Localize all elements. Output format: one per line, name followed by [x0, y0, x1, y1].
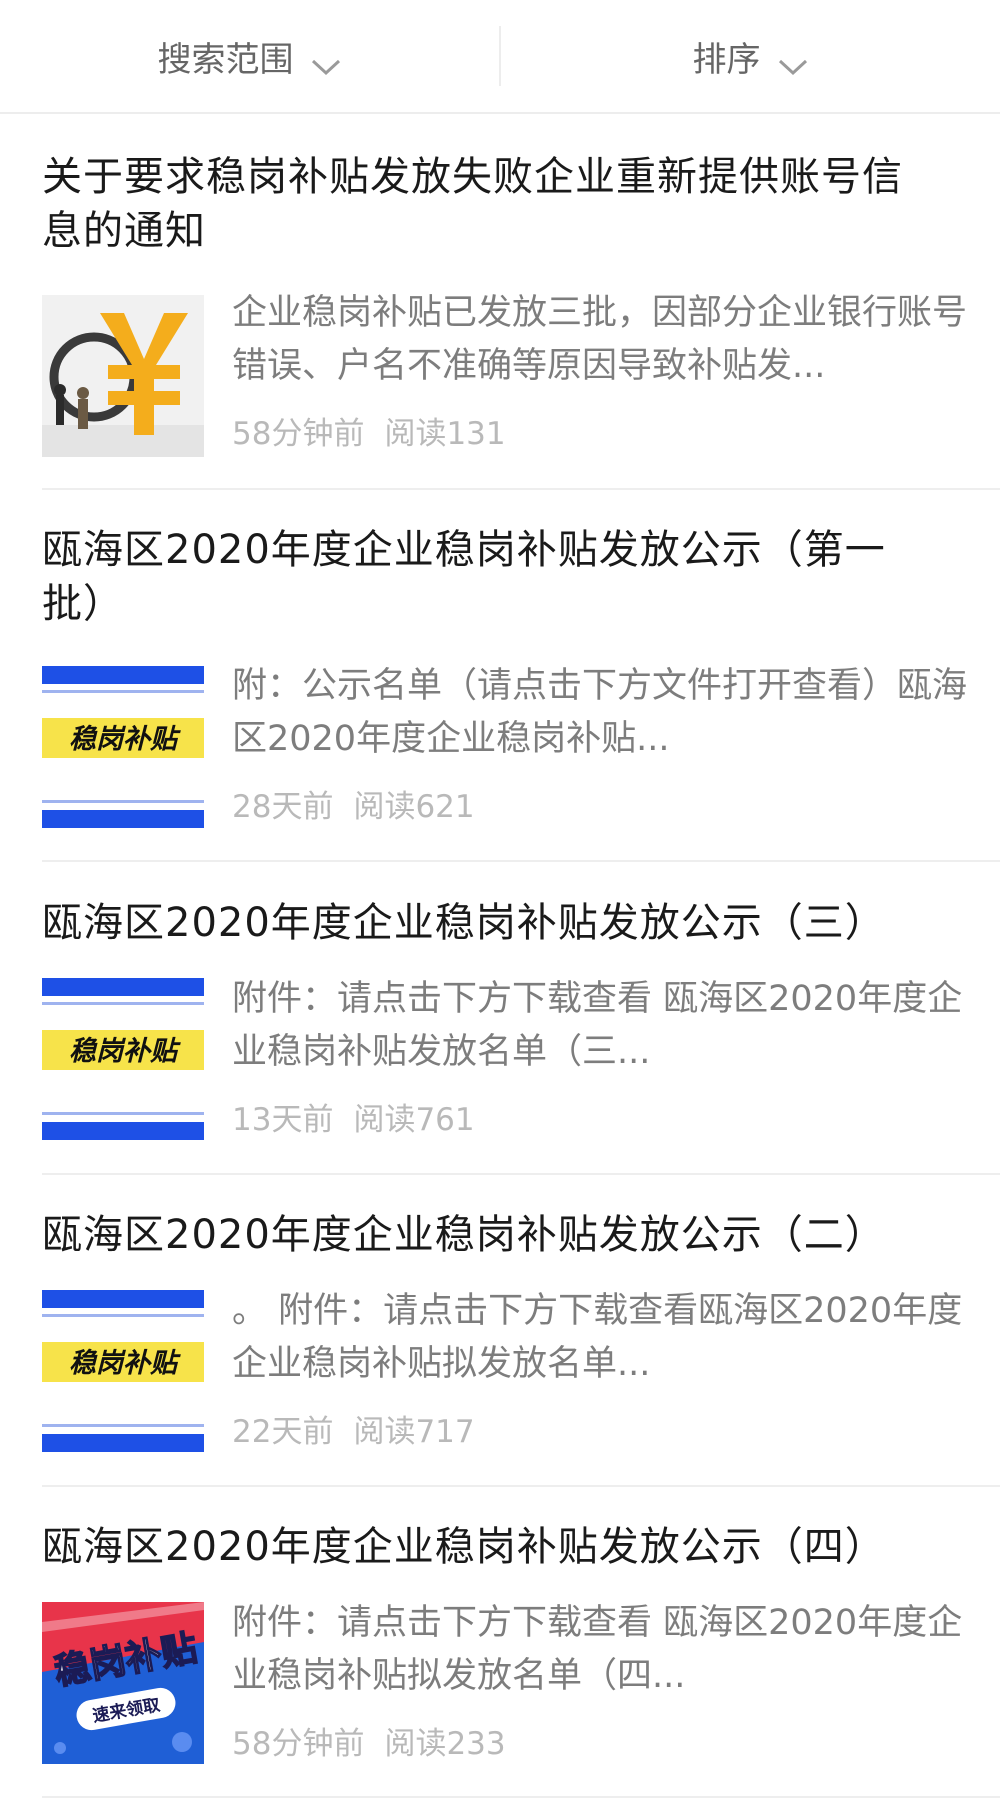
article-title: 瓯海区2020年度企业稳岗补贴发放公示（二）	[42, 1212, 886, 1258]
article-meta: 22天前 阅读717	[232, 1406, 475, 1451]
chevron-down-icon	[310, 46, 342, 76]
article-title: 关于要求稳岗补贴发放失败企业重新提供账号信息的通知	[42, 154, 903, 254]
subsidy-poster-image: 稳岗补贴 速来领取	[42, 1602, 204, 1764]
article-item[interactable]: 瓯海区2020年度企业稳岗补贴发放公示（二） 稳岗补贴 。 附件：请点击下方下载…	[42, 1208, 1000, 1458]
subsidy-banner-image: 稳岗补贴	[42, 978, 204, 1140]
article-time: 22天前	[232, 1414, 334, 1450]
divider	[42, 860, 1000, 862]
article-time: 58分钟前	[232, 1726, 365, 1762]
article-reads: 阅读761	[353, 1102, 475, 1138]
article-meta: 28天前 阅读621	[232, 781, 475, 826]
chevron-down-icon	[777, 46, 809, 76]
subsidy-banner-image: 稳岗补贴	[42, 666, 204, 828]
article-item[interactable]: 瓯海区2020年度企业稳岗补贴发放公示（三） 稳岗补贴 附件：请点击下方下载查看…	[42, 896, 1000, 1146]
article-time: 58分钟前	[232, 416, 365, 452]
article-reads: 阅读233	[384, 1726, 506, 1762]
divider	[42, 1485, 1000, 1487]
article-title: 瓯海区2020年度企业稳岗补贴发放公示（三）	[42, 900, 886, 946]
article-meta: 58分钟前 阅读131	[232, 408, 506, 453]
divider	[42, 1173, 1000, 1175]
sort-label: 排序	[692, 39, 761, 80]
article-meta: 13天前 阅读761	[232, 1094, 475, 1139]
article-thumbnail: 稳岗补贴 速来领取	[42, 1602, 204, 1764]
article-reads: 阅读131	[384, 416, 506, 452]
search-scope-dropdown[interactable]: 搜索范围	[0, 0, 499, 112]
sort-dropdown[interactable]: 排序	[501, 0, 1000, 112]
article-thumbnail: 稳岗补贴	[42, 666, 204, 828]
article-snippet: 企业稳岗补贴已发放三批，因部分企业银行账号错误、户名不准确等原因导致补贴发...	[232, 293, 968, 386]
article-thumbnail: 稳岗补贴	[42, 978, 204, 1140]
article-title: 瓯海区2020年度企业稳岗补贴发放公示（四）	[42, 1524, 886, 1570]
article-thumbnail: 稳岗补贴	[42, 1290, 204, 1452]
subsidy-banner-image: 稳岗补贴	[42, 1290, 204, 1452]
article-snippet: 附：公示名单（请点击下方文件打开查看）瓯海区2020年度企业稳岗补贴...	[232, 666, 968, 759]
article-time: 13天前	[232, 1102, 334, 1138]
article-snippet: 附件：请点击下方下载查看 瓯海区2020年度企业稳岗补贴发放名单（三...	[232, 979, 963, 1072]
article-snippet: 附件：请点击下方下载查看 瓯海区2020年度企业稳岗补贴拟发放名单（四...	[232, 1603, 963, 1696]
article-title: 瓯海区2020年度企业稳岗补贴发放公示（第一批）	[42, 527, 886, 627]
article-meta: 58分钟前 阅读233	[232, 1718, 506, 1763]
article-thumbnail	[42, 295, 204, 457]
article-item[interactable]: 关于要求稳岗补贴发放失败企业重新提供账号信息的通知 企业稳岗补贴已发放三批，因部…	[42, 150, 1000, 460]
divider	[42, 488, 1000, 490]
article-snippet: 。 附件：请点击下方下载查看瓯海区2020年度企业稳岗补贴拟发放名单...	[232, 1291, 963, 1384]
article-time: 28天前	[232, 789, 334, 825]
yen-coin-image	[42, 295, 204, 457]
article-item[interactable]: 瓯海区2020年度企业稳岗补贴发放公示（第一批） 稳岗补贴 附：公示名单（请点击…	[42, 523, 1000, 833]
banner-text: 稳岗补贴	[69, 1036, 181, 1067]
filter-bar: 搜索范围 排序	[0, 0, 1000, 114]
banner-text: 稳岗补贴	[69, 1348, 181, 1379]
article-reads: 阅读717	[353, 1414, 475, 1450]
search-scope-label: 搜索范围	[157, 39, 294, 80]
article-reads: 阅读621	[353, 789, 475, 825]
article-item[interactable]: 瓯海区2020年度企业稳岗补贴发放公示（四） 稳岗补贴 速来领取 附件：请点击下…	[42, 1520, 1000, 1770]
banner-text: 稳岗补贴	[69, 724, 181, 755]
